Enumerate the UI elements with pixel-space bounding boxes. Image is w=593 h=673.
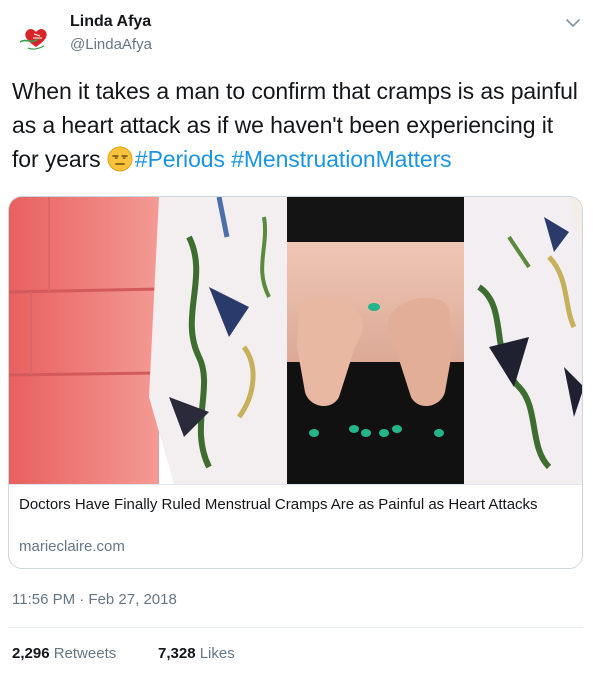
chevron-down-icon	[566, 19, 580, 27]
card-title[interactable]: Doctors Have Finally Ruled Menstrual Cra…	[19, 495, 569, 515]
divider	[8, 627, 583, 628]
tweet-timestamp[interactable]: 11:56 PM · Feb 27, 2018	[12, 591, 177, 608]
card-image	[9, 197, 582, 484]
retweets-label: Retweets	[53, 645, 117, 662]
likes-stat[interactable]: 7,328 Likes	[158, 645, 235, 662]
card-domain: marieclaire.com	[19, 538, 125, 555]
tweet-text: When it takes a man to confirm that cram…	[12, 74, 582, 176]
unamused-face-emoji-icon	[107, 146, 133, 172]
more-options-button[interactable]	[560, 14, 586, 32]
avatar[interactable]	[12, 14, 60, 62]
display-name[interactable]: Linda Afya	[70, 13, 151, 31]
card-body: Doctors Have Finally Ruled Menstrual Cra…	[9, 484, 582, 568]
retweets-stat[interactable]: 2,296 Retweets	[12, 645, 116, 662]
red-heart-logo-icon	[12, 14, 60, 62]
tweet-header: Linda Afya @LindaAfya	[0, 0, 593, 70]
likes-label: Likes	[199, 645, 235, 662]
hashtag-link[interactable]: #MenstruationMatters	[231, 146, 452, 172]
retweets-count: 2,296	[12, 645, 50, 662]
link-card[interactable]: Doctors Have Finally Ruled Menstrual Cra…	[8, 196, 583, 569]
user-handle[interactable]: @LindaAfya	[70, 36, 152, 53]
likes-count: 7,328	[158, 645, 196, 662]
hashtag-link[interactable]: #Periods	[135, 146, 225, 172]
